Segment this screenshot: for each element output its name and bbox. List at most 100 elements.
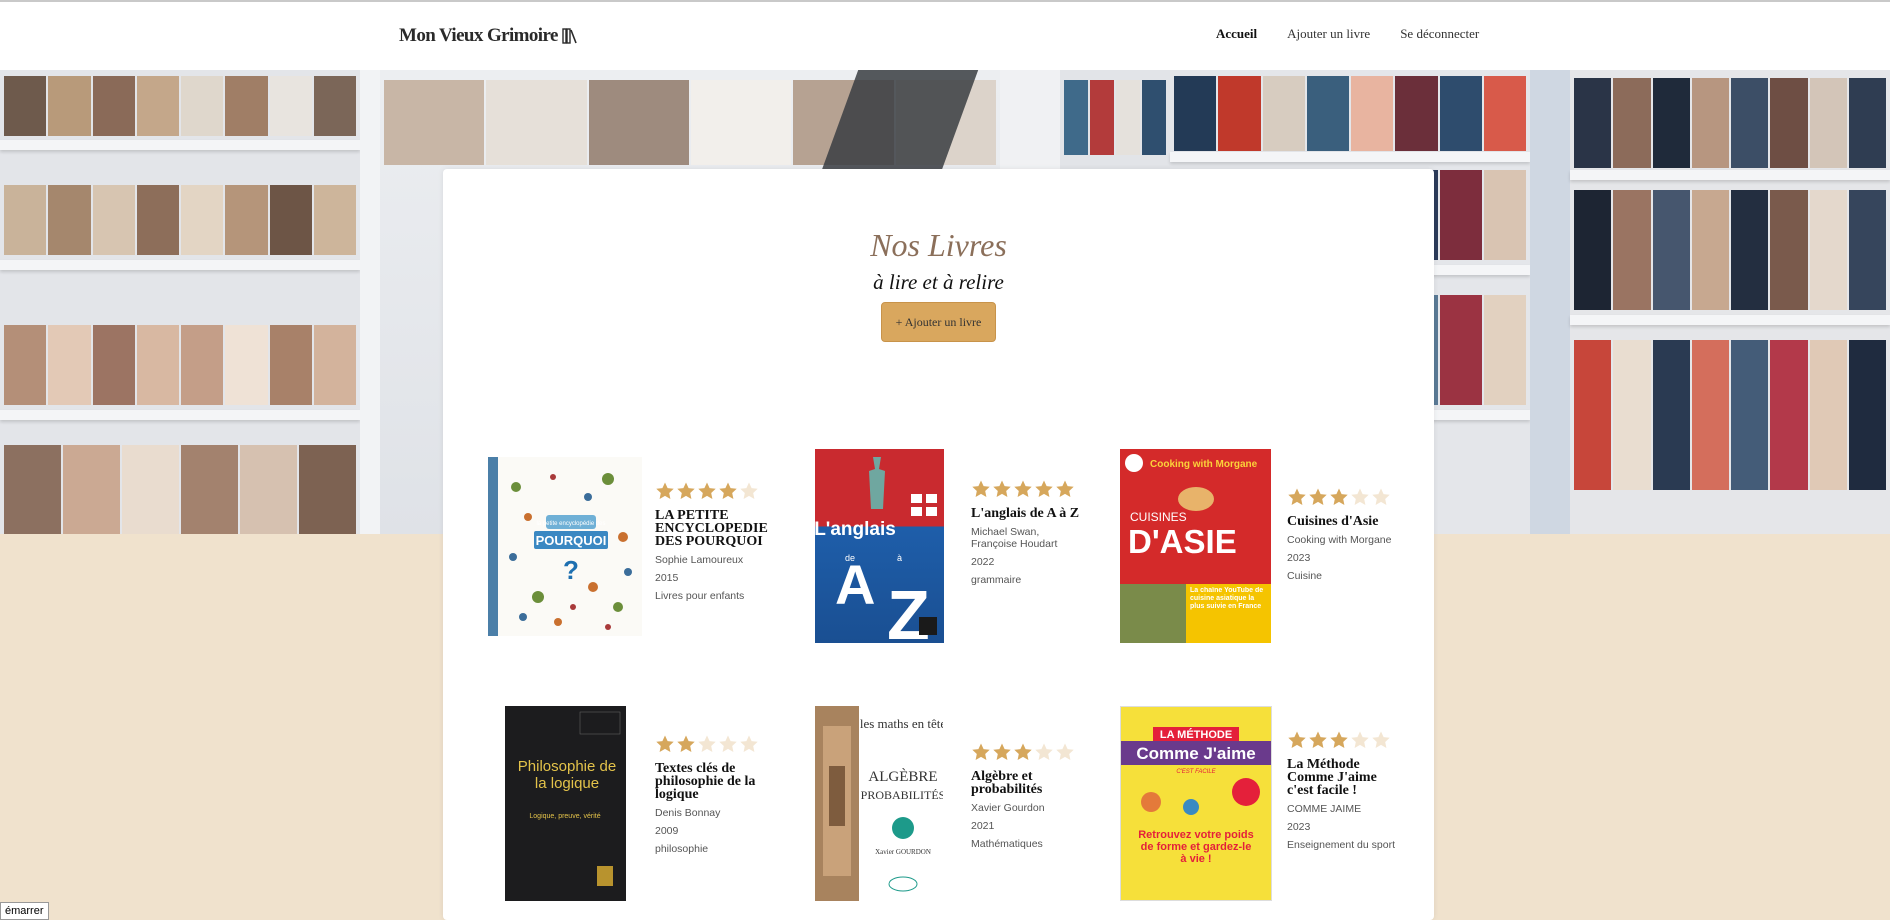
book-year: 2022 <box>971 556 995 568</box>
cover-line: Logique, preuve, vérité <box>529 813 600 820</box>
rating-stars <box>1287 730 1402 752</box>
star-filled-icon <box>677 482 695 499</box>
nav-accueil[interactable]: Accueil <box>1216 26 1257 42</box>
star-filled-icon <box>1309 488 1327 505</box>
star-filled-icon <box>972 743 990 760</box>
star-filled-icon <box>656 482 674 499</box>
cover-illustration: Cooking with Morgane CUISINES D'ASIE La … <box>1120 454 1271 643</box>
book-year: 2023 <box>1287 552 1311 564</box>
cover-title: POURQUOI <box>536 533 607 548</box>
book-author: COMME JAIME <box>1287 803 1362 815</box>
rating-stars <box>971 742 1086 764</box>
book-genre: Cuisine <box>1287 570 1323 582</box>
rating-stars <box>971 479 1086 501</box>
star-empty-icon <box>1351 731 1369 748</box>
book-title: La Méthode Comme J'aime c'est facile ! <box>1287 757 1377 798</box>
add-book-button[interactable]: + Ajouter un livre <box>881 302 996 342</box>
rating-stars <box>655 481 775 503</box>
book-card[interactable]: la petite encyclopédie des POURQUOI ? LA… <box>488 457 778 637</box>
book-year: 2009 <box>655 825 679 837</box>
book-title: Algèbre et probabilités <box>971 769 1043 797</box>
cover-line: LA MÉTHODE <box>1160 728 1232 741</box>
site-logo[interactable]: Mon Vieux Grimoire <box>399 25 578 47</box>
bookshelf-far-right <box>1570 70 1890 534</box>
book-cover: la petite encyclopédie des POURQUOI ? <box>488 457 642 636</box>
book-title: Cuisines d'Asie <box>1287 514 1379 529</box>
books-panel: Nos Livres à lire et à relire + Ajouter … <box>443 169 1434 920</box>
rating-stars <box>655 734 775 756</box>
nav-ajouter-livre[interactable]: Ajouter un livre <box>1287 26 1370 42</box>
star-filled-icon <box>993 743 1011 760</box>
start-button[interactable]: émarrer <box>0 902 49 920</box>
book-author: Xavier Gourdon <box>971 802 1045 814</box>
cover-line: Retrouvez votre poids de forme et gardez… <box>1138 829 1254 865</box>
book-author: Sophie Lamoureux <box>655 554 744 566</box>
star-filled-icon <box>1330 731 1348 748</box>
page-subtitle: à lire et à relire <box>873 270 1004 294</box>
star-filled-icon <box>656 735 674 752</box>
star-filled-icon <box>1309 731 1327 748</box>
cover-illustration: la petite encyclopédie des POURQUOI ? <box>509 473 632 630</box>
book-genre: Enseignement du sport <box>1287 839 1395 851</box>
cover-line: la petite encyclopédie des <box>536 521 605 527</box>
book-genre: grammaire <box>971 574 1022 586</box>
star-filled-icon <box>993 480 1011 497</box>
star-empty-icon <box>1372 731 1390 748</box>
cover-mark: ? <box>563 555 579 585</box>
book-author: Denis Bonnay <box>655 807 721 819</box>
book-title: L'anglais de A à Z <box>971 506 1080 521</box>
nav-deconnecter[interactable]: Se déconnecter <box>1400 26 1479 42</box>
book-info: L'anglais de A à Z Michael Swan, Françoi… <box>971 479 1086 592</box>
logo-text: Mon Vieux Grimoire <box>399 25 558 46</box>
star-filled-icon <box>1035 480 1053 497</box>
book-author: Cooking with Morgane <box>1287 534 1392 546</box>
book-year: 2015 <box>655 572 679 584</box>
star-filled-icon <box>1014 743 1032 760</box>
cover-letter-a: A <box>835 553 875 616</box>
book-info: Algèbre et probabilités Xavier Gourdon 2… <box>971 742 1086 856</box>
site-header: Mon Vieux Grimoire Accueil Ajouter un li… <box>0 2 1890 70</box>
cover-line: Cooking with Morgane <box>1150 459 1258 470</box>
cover-line: Xavier GOURDON <box>875 848 931 856</box>
star-empty-icon <box>1056 743 1074 760</box>
star-filled-icon <box>698 482 716 499</box>
book-year: 2021 <box>971 820 995 832</box>
cover-line: CUISINES <box>1130 510 1187 524</box>
main-nav: Accueil Ajouter un livre Se déconnecter <box>1216 26 1479 42</box>
book-author: Michael Swan, Françoise Houdart <box>971 526 1058 550</box>
star-empty-icon <box>740 735 758 752</box>
star-filled-icon <box>972 480 990 497</box>
book-card[interactable]: les maths en tête ALGÈBRE PROBABILITÉS X… <box>815 706 1095 902</box>
book-cover: les maths en tête ALGÈBRE PROBABILITÉS X… <box>815 706 943 901</box>
cover-title: Philosophie de la logique <box>517 758 617 792</box>
book-card[interactable]: Cooking with Morgane CUISINES D'ASIE La … <box>1120 449 1410 644</box>
star-empty-icon <box>698 735 716 752</box>
book-card[interactable]: Philosophie de la logique Logique, preuv… <box>505 706 785 902</box>
book-info: Cuisines d'Asie Cooking with Morgane 202… <box>1287 487 1402 588</box>
book-info: Textes clés de philosophie de la logique… <box>655 734 775 861</box>
cover-illustration: les maths en tête ALGÈBRE PROBABILITÉS X… <box>815 706 943 901</box>
book-cover: Philosophie de la logique Logique, preuv… <box>505 706 626 901</box>
star-filled-icon <box>1330 488 1348 505</box>
book-card[interactable]: L'anglais de A à Z L'anglais de A à Z Mi… <box>815 449 1095 644</box>
book-year: 2023 <box>1287 821 1311 833</box>
star-empty-icon <box>1351 488 1369 505</box>
star-filled-icon <box>1288 488 1306 505</box>
star-filled-icon <box>1056 480 1074 497</box>
cover-line: les maths en tête <box>860 716 943 731</box>
cover-title: ALGÈBRE <box>868 768 937 785</box>
bookshelf-left <box>0 70 360 534</box>
book-title: LA PETITE ENCYCLOPEDIE DES POURQUOI <box>655 508 768 549</box>
star-empty-icon <box>1035 743 1053 760</box>
cover-title: L'anglais <box>815 519 896 540</box>
book-cover: Cooking with Morgane CUISINES D'ASIE La … <box>1120 449 1271 643</box>
star-filled-icon <box>719 482 737 499</box>
page-title: Nos Livres <box>870 227 1007 263</box>
book-logo-icon <box>562 28 577 44</box>
cover-illustration: LA MÉTHODE Comme J'aime C'EST FACILE Ret… <box>1121 727 1271 865</box>
star-filled-icon <box>1288 731 1306 748</box>
book-info: LA PETITE ENCYCLOPEDIE DES POURQUOI Soph… <box>655 481 775 608</box>
book-genre: philosophie <box>655 843 709 855</box>
cover-illustration: Philosophie de la logique Logique, preuv… <box>517 711 621 886</box>
book-card[interactable]: LA MÉTHODE Comme J'aime C'EST FACILE Ret… <box>1120 706 1410 902</box>
